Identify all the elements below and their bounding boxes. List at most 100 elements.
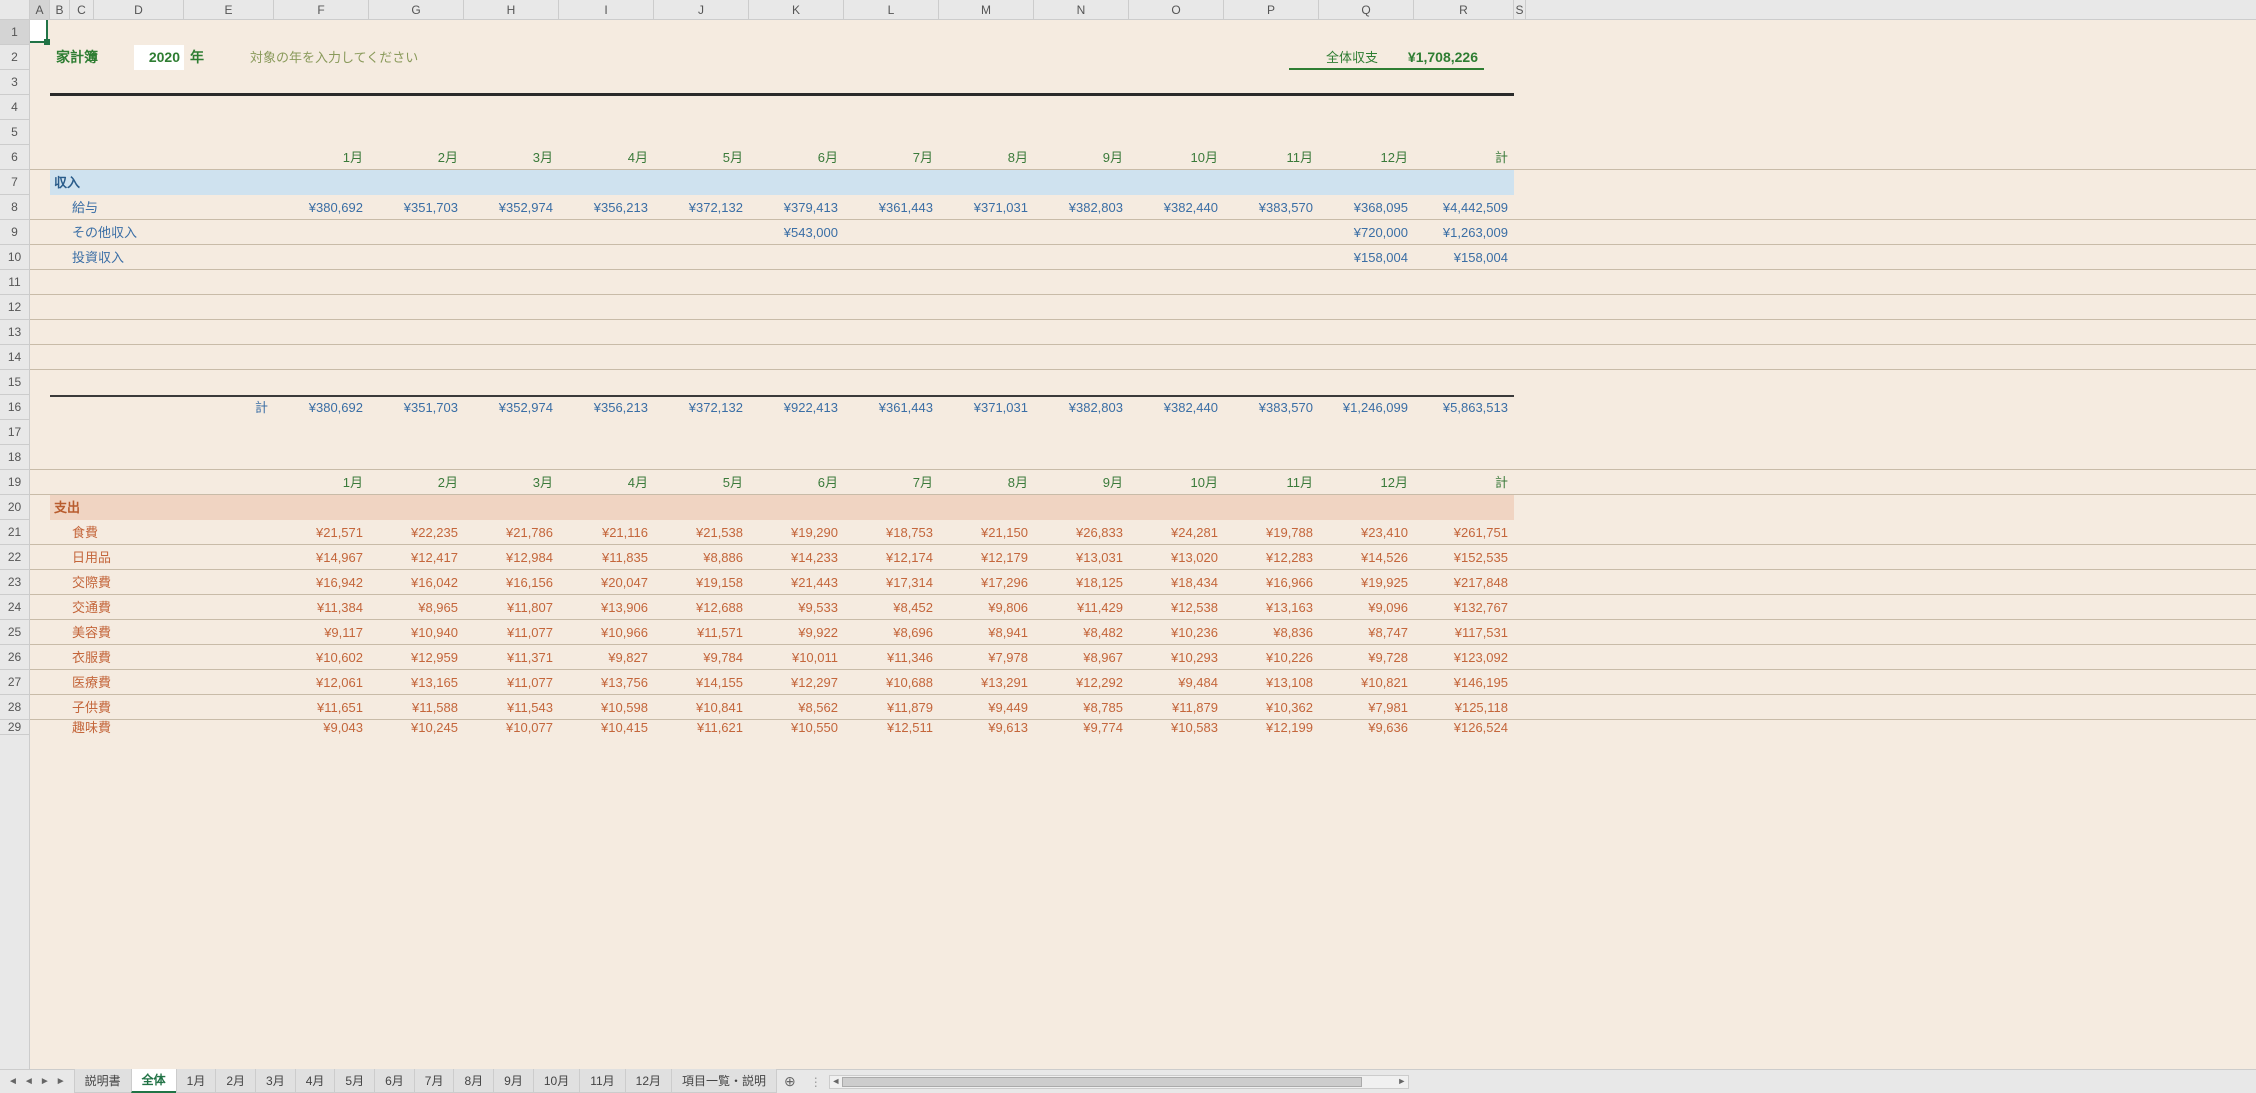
sheet-tab[interactable]: 12月 — [625, 1069, 672, 1093]
row-header-20[interactable]: 20 — [0, 495, 29, 520]
sheet-tab[interactable]: 11月 — [579, 1069, 625, 1093]
sheet-tab[interactable]: 9月 — [493, 1069, 534, 1093]
row-header-25[interactable]: 25 — [0, 620, 29, 645]
column-header-F[interactable]: F — [274, 0, 369, 19]
income-subtotal-cell: ¥380,692 — [274, 395, 369, 420]
expense-cell: ¥11,346 — [844, 645, 939, 670]
column-header-R[interactable]: R — [1414, 0, 1514, 19]
sheet-tab[interactable]: 8月 — [453, 1069, 494, 1093]
horizontal-scrollbar[interactable]: ◄ ► — [829, 1075, 1409, 1089]
scrollbar-thumb[interactable] — [842, 1077, 1362, 1087]
row-header-21[interactable]: 21 — [0, 520, 29, 545]
column-header-A[interactable]: A — [30, 0, 50, 19]
column-header-I[interactable]: I — [559, 0, 654, 19]
expense-cell: ¥10,688 — [844, 670, 939, 695]
income-cell: ¥371,031 — [939, 195, 1034, 220]
sheet-tab[interactable]: 2月 — [215, 1069, 256, 1093]
expense-cell: ¥10,011 — [749, 645, 844, 670]
expense-cell: ¥9,728 — [1319, 645, 1414, 670]
scroll-left-icon[interactable]: ◄ — [830, 1076, 842, 1088]
row-header-22[interactable]: 22 — [0, 545, 29, 570]
worksheet-grid[interactable]: 家計簿2020年対象の年を入力してください全体収支¥1,708,2261月2月3… — [30, 20, 2256, 1069]
row-header-7[interactable]: 7 — [0, 170, 29, 195]
row-header-11[interactable]: 11 — [0, 270, 29, 295]
column-header-L[interactable]: L — [844, 0, 939, 19]
income-subtotal-label: 計 — [184, 395, 274, 420]
sheet-tab[interactable]: 6月 — [374, 1069, 415, 1093]
row-header-18[interactable]: 18 — [0, 445, 29, 470]
column-header-E[interactable]: E — [184, 0, 274, 19]
sheet-tab[interactable]: 説明書 — [74, 1069, 132, 1093]
row-header-28[interactable]: 28 — [0, 695, 29, 720]
tab-nav-prev-icon[interactable]: ◄ — [22, 1076, 36, 1087]
column-header-O[interactable]: O — [1129, 0, 1224, 19]
row-header-15[interactable]: 15 — [0, 370, 29, 395]
sheet-tab[interactable]: 3月 — [255, 1069, 296, 1093]
column-header-C[interactable]: C — [70, 0, 94, 19]
expense-cell: ¥8,886 — [654, 545, 749, 570]
row-header-1[interactable]: 1 — [0, 20, 29, 45]
row-header-2[interactable]: 2 — [0, 45, 29, 70]
tab-nav-buttons: ◄ ◄ ► ► — [0, 1076, 74, 1087]
expense-cell: ¥9,774 — [1034, 720, 1129, 735]
column-header-K[interactable]: K — [749, 0, 844, 19]
column-header-M[interactable]: M — [939, 0, 1034, 19]
sheet-tab[interactable]: 1月 — [176, 1069, 217, 1093]
tab-nav-next-icon[interactable]: ► — [38, 1076, 52, 1087]
row-header-17[interactable]: 17 — [0, 420, 29, 445]
row-header-24[interactable]: 24 — [0, 595, 29, 620]
column-header-Q[interactable]: Q — [1319, 0, 1414, 19]
expense-cell: ¥21,150 — [939, 520, 1034, 545]
row-header-3[interactable]: 3 — [0, 70, 29, 95]
row-header-14[interactable]: 14 — [0, 345, 29, 370]
expense-row-label: 美容費 — [50, 620, 274, 645]
expense-cell: ¥152,535 — [1414, 545, 1514, 570]
row-header-26[interactable]: 26 — [0, 645, 29, 670]
row-header-29[interactable]: 29 — [0, 720, 29, 735]
add-sheet-button[interactable]: ⊕ — [776, 1073, 804, 1090]
sheet-tab[interactable]: 5月 — [334, 1069, 375, 1093]
month-header-9: 9月 — [1034, 145, 1129, 170]
column-header-G[interactable]: G — [369, 0, 464, 19]
sheet-tab[interactable]: 7月 — [414, 1069, 455, 1093]
row-header-16[interactable]: 16 — [0, 395, 29, 420]
column-header-D[interactable]: D — [94, 0, 184, 19]
row-header-23[interactable]: 23 — [0, 570, 29, 595]
row-header-5[interactable]: 5 — [0, 120, 29, 145]
column-header-J[interactable]: J — [654, 0, 749, 19]
row-header-13[interactable]: 13 — [0, 320, 29, 345]
sheet-tab[interactable]: 10月 — [533, 1069, 580, 1093]
sheet-tab[interactable]: 4月 — [295, 1069, 336, 1093]
row-header-19[interactable]: 19 — [0, 470, 29, 495]
row-header-4[interactable]: 4 — [0, 95, 29, 120]
column-header-H[interactable]: H — [464, 0, 559, 19]
row-header-8[interactable]: 8 — [0, 195, 29, 220]
row-header-6[interactable]: 6 — [0, 145, 29, 170]
row-header-9[interactable]: 9 — [0, 220, 29, 245]
expense-cell: ¥10,583 — [1129, 720, 1224, 735]
select-all-corner[interactable] — [0, 0, 30, 19]
column-header-N[interactable]: N — [1034, 0, 1129, 19]
column-header-S[interactable]: S — [1514, 0, 1526, 19]
expense-cell: ¥11,371 — [464, 645, 559, 670]
expense-cell: ¥123,092 — [1414, 645, 1514, 670]
column-header-B[interactable]: B — [50, 0, 70, 19]
expense-cell: ¥19,788 — [1224, 520, 1319, 545]
row-header-12[interactable]: 12 — [0, 295, 29, 320]
expense-cell: ¥13,906 — [559, 595, 654, 620]
tab-nav-first-icon[interactable]: ◄ — [6, 1076, 20, 1087]
scroll-right-icon[interactable]: ► — [1396, 1076, 1408, 1088]
expense-cell: ¥13,291 — [939, 670, 1034, 695]
row-header-27[interactable]: 27 — [0, 670, 29, 695]
month-header-13: 計 — [1414, 145, 1514, 170]
income-subtotal-cell: ¥382,440 — [1129, 395, 1224, 420]
year-input[interactable]: 2020 — [134, 45, 184, 70]
expense-cell: ¥18,125 — [1034, 570, 1129, 595]
sheet-tab[interactable]: 項目一覧・説明 — [671, 1069, 777, 1093]
tab-split-handle[interactable]: ⋮ — [804, 1075, 829, 1089]
column-header-P[interactable]: P — [1224, 0, 1319, 19]
expense-cell: ¥126,524 — [1414, 720, 1514, 735]
tab-nav-last-icon[interactable]: ► — [54, 1076, 68, 1087]
row-header-10[interactable]: 10 — [0, 245, 29, 270]
sheet-tab[interactable]: 全体 — [131, 1068, 177, 1093]
